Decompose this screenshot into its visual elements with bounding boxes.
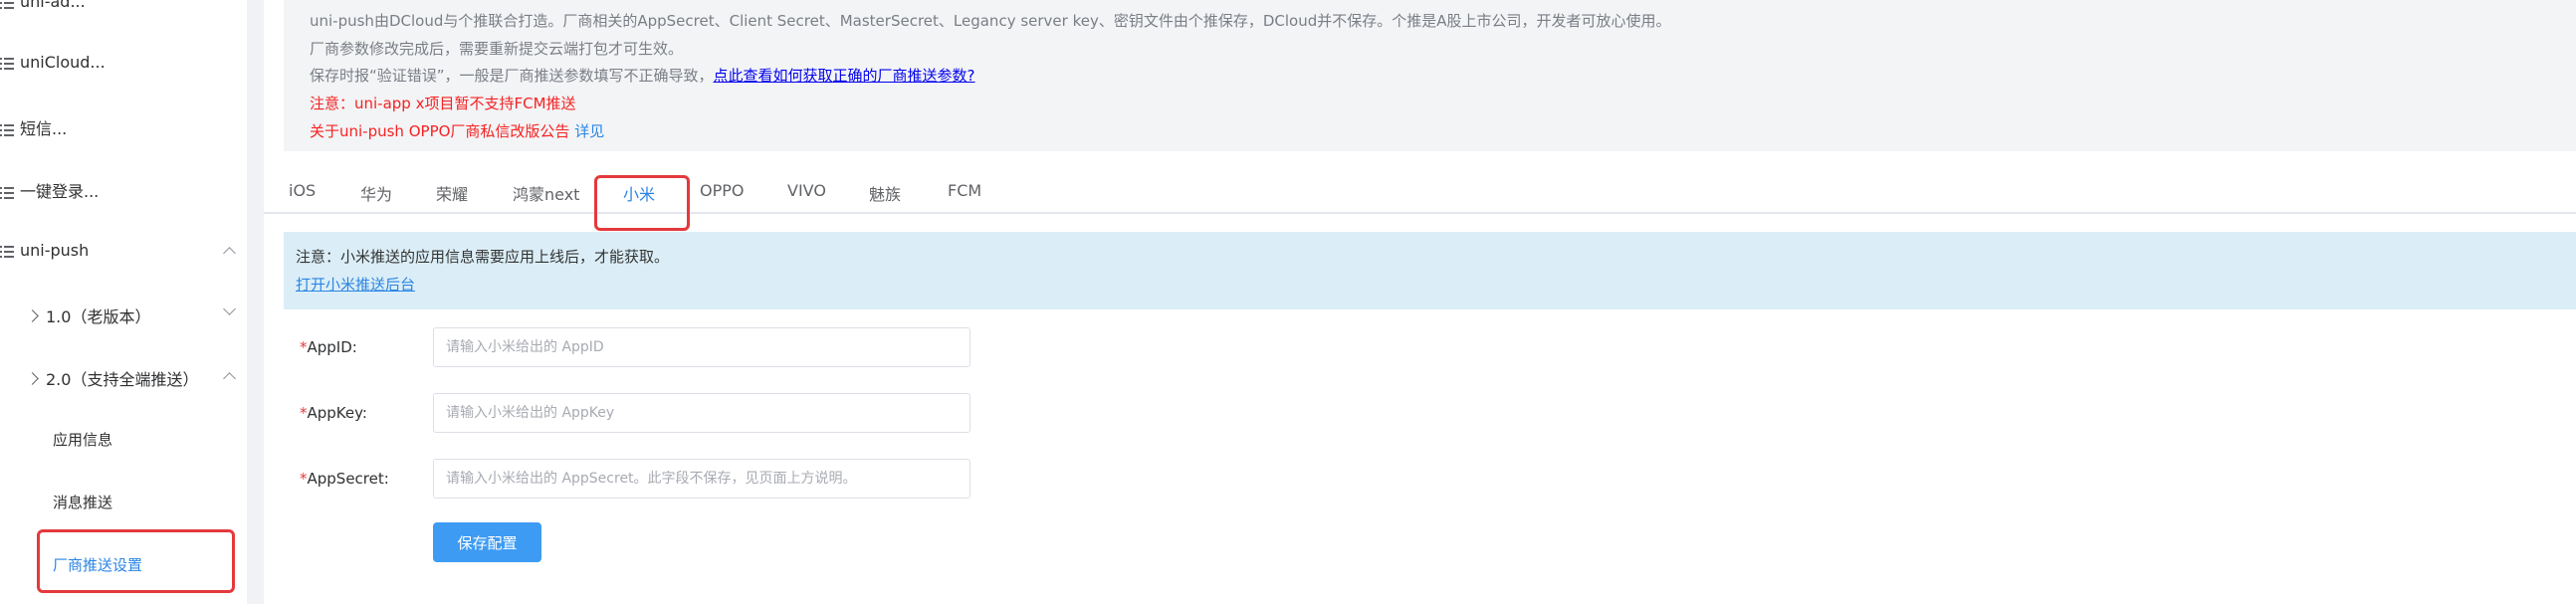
open-xiaomi-console-link[interactable]: 打开小米推送后台 xyxy=(296,274,415,295)
sidebar-item-uni-ad[interactable]: uni-ad... xyxy=(0,0,86,11)
appkey-input[interactable] xyxy=(433,393,970,433)
notice-warning: 注意：uni-app x项目暂不支持FCM推送 xyxy=(310,95,576,112)
tab-ios[interactable]: iOS xyxy=(289,181,316,200)
sidebar-item-label: 一键登录... xyxy=(20,182,100,201)
appsecret-input[interactable] xyxy=(433,459,970,499)
highlight-box xyxy=(37,529,235,593)
sidebar-item-label: uni-ad... xyxy=(20,0,86,11)
tab-fcm[interactable]: FCM xyxy=(948,181,981,200)
sidebar-item-label: 2.0（支持全端推送） xyxy=(46,370,199,389)
tab-meizu[interactable]: 魅族 xyxy=(869,181,901,205)
sidebar-item-uni-push[interactable]: uni-push xyxy=(0,241,89,260)
chevron-up-icon[interactable] xyxy=(223,372,236,385)
highlight-box xyxy=(594,175,690,231)
notice-panel: uni-push由DCloud与个推联合打造。厂商相关的AppSecret、Cl… xyxy=(284,0,2576,151)
tab-honor[interactable]: 荣耀 xyxy=(436,181,468,205)
sidebar-divider xyxy=(247,0,264,604)
chevron-right-icon xyxy=(26,372,39,385)
notice-line: uni-push由DCloud与个推联合打造。厂商相关的AppSecret、Cl… xyxy=(310,12,1671,30)
chevron-up-icon[interactable] xyxy=(223,247,236,260)
list-icon xyxy=(0,123,14,136)
notice-line: 保存时报“验证错误”，一般是厂商推送参数填写不正确导致，点此查看如何获取正确的厂… xyxy=(310,65,975,86)
sidebar-item-message-push[interactable]: 消息推送 xyxy=(53,492,112,512)
appid-label: *AppID: xyxy=(300,338,357,356)
info-text: 注意：小米推送的应用信息需要应用上线后，才能获取。 xyxy=(296,248,670,266)
notice-text: 保存时报“验证错误”，一般是厂商推送参数填写不正确导致， xyxy=(310,67,714,85)
details-link[interactable]: 详见 xyxy=(574,122,604,140)
sidebar-item-label: 短信... xyxy=(20,119,68,138)
tab-huawei[interactable]: 华为 xyxy=(360,181,392,205)
sidebar-item-label: 1.0（老版本） xyxy=(46,307,151,326)
appsecret-label: *AppSecret: xyxy=(300,470,389,488)
list-icon xyxy=(0,57,14,70)
appid-input[interactable] xyxy=(433,327,970,367)
sidebar-item-unicloud[interactable]: uniCloud... xyxy=(0,53,106,72)
tab-harmony-next[interactable]: 鸿蒙next xyxy=(513,181,579,205)
list-icon xyxy=(0,0,14,9)
tab-vivo[interactable]: VIVO xyxy=(787,181,826,200)
sidebar-item-label: 应用信息 xyxy=(53,431,113,449)
tab-oppo[interactable]: OPPO xyxy=(700,181,744,200)
notice-line: 厂商参数修改完成后，需要重新提交云端打包才可生效。 xyxy=(310,40,684,58)
notice-line: 关于uni-push OPPO厂商私信改版公告 详见 xyxy=(310,120,604,141)
sidebar-item-push-v2[interactable]: 2.0（支持全端推送） xyxy=(26,366,199,390)
info-alert: 注意：小米推送的应用信息需要应用上线后，才能获取。 打开小米推送后台 xyxy=(284,232,2576,309)
notice-text: 关于uni-push OPPO厂商私信改版公告 xyxy=(310,122,570,140)
list-icon xyxy=(0,245,14,258)
save-config-button[interactable]: 保存配置 xyxy=(433,522,541,562)
sidebar-item-push-v1[interactable]: 1.0（老版本） xyxy=(26,303,151,327)
appkey-label: *AppKey: xyxy=(300,404,367,422)
sidebar: uni-ad... uniCloud... 短信... 一键登录... uni-… xyxy=(0,0,247,604)
vendor-params-help-link[interactable]: 点此查看如何获取正确的厂商推送参数? xyxy=(714,67,975,85)
sidebar-item-label: 消息推送 xyxy=(53,494,113,511)
sidebar-item-label: uniCloud... xyxy=(20,53,106,72)
sidebar-item-one-click-login[interactable]: 一键登录... xyxy=(0,178,99,202)
sidebar-item-app-info[interactable]: 应用信息 xyxy=(53,429,112,450)
list-icon xyxy=(0,186,14,199)
chevron-down-icon[interactable] xyxy=(223,302,236,315)
app-root: uni-ad... uniCloud... 短信... 一键登录... uni-… xyxy=(0,0,2576,604)
chevron-right-icon xyxy=(26,309,39,322)
sidebar-item-label: uni-push xyxy=(20,241,90,260)
sidebar-item-sms[interactable]: 短信... xyxy=(0,115,67,139)
